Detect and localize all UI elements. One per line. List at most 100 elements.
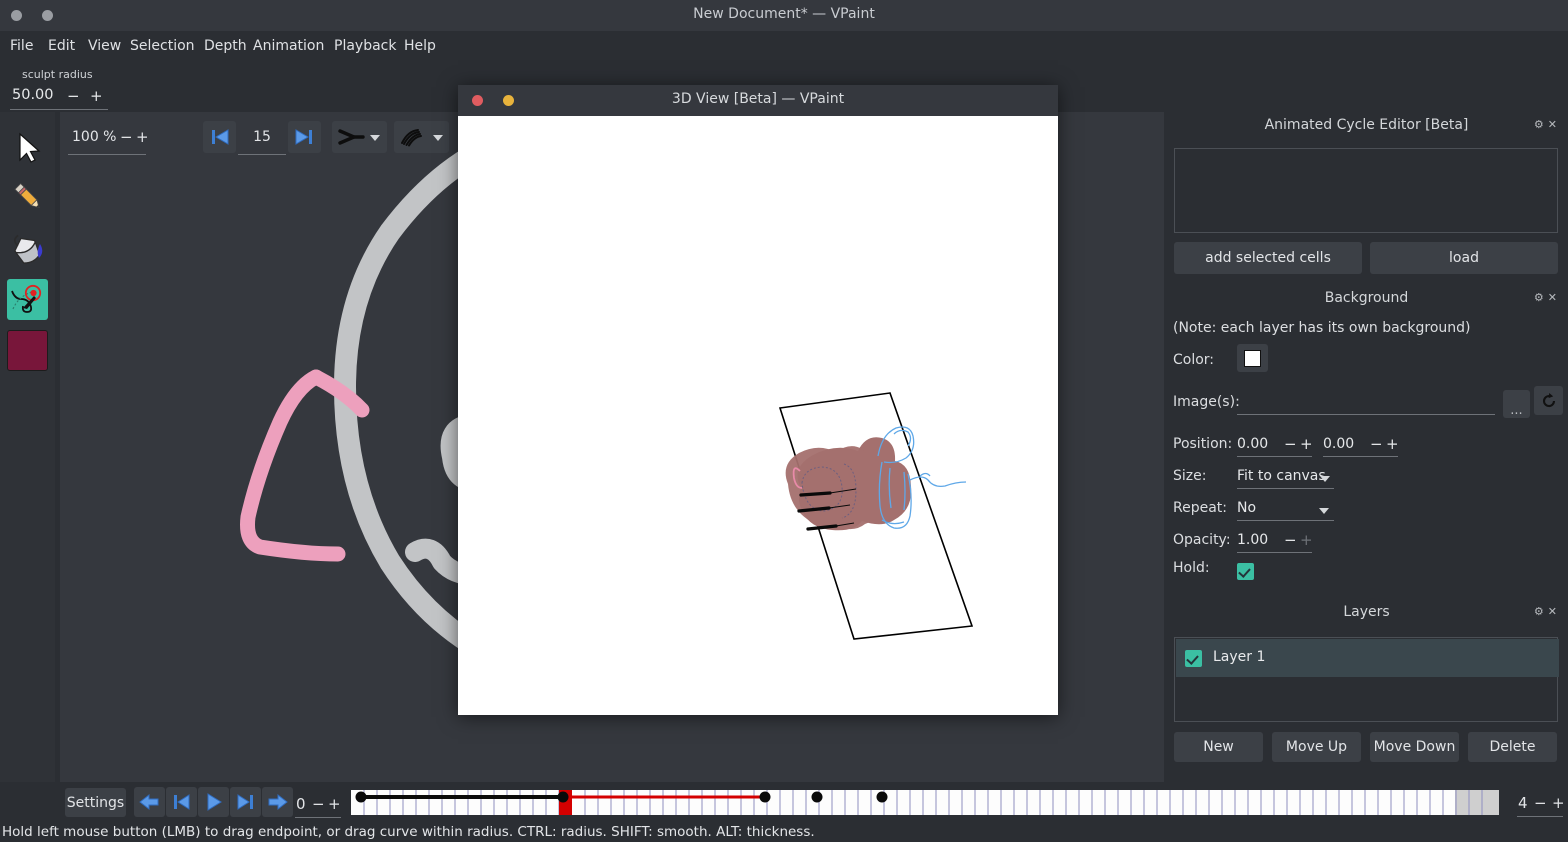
background-color-label: Color:	[1173, 352, 1215, 368]
background-repeat-select[interactable]: No	[1237, 500, 1256, 516]
background-repeat-underline	[1237, 520, 1334, 521]
layer-list-item[interactable]: Layer 1	[1176, 639, 1559, 677]
gear-icon[interactable]: ⚙	[1534, 118, 1548, 131]
background-images-refresh-button[interactable]	[1534, 386, 1563, 415]
sculpt-curve-icon	[11, 284, 42, 313]
background-position-x-input[interactable]: 0.00	[1237, 436, 1268, 452]
layer-name-label: Layer 1	[1213, 649, 1266, 665]
gear-icon[interactable]: ⚙	[1534, 291, 1548, 304]
timeline-step-forward-button[interactable]	[262, 787, 293, 817]
close-icon[interactable]: ✕	[1548, 291, 1561, 304]
chevron-down-icon[interactable]	[1320, 476, 1330, 482]
zoom-value[interactable]: 100 %	[72, 129, 116, 145]
background-size-select[interactable]: Fit to canvas	[1237, 468, 1326, 484]
background-images-underline	[1237, 414, 1495, 415]
layer-new-button[interactable]: New	[1174, 732, 1263, 762]
background-position-x-decrement[interactable]: −	[1284, 435, 1297, 453]
menu-item-selection[interactable]: Selection	[126, 37, 199, 55]
background-hold-label: Hold:	[1173, 560, 1210, 576]
background-opacity-input[interactable]: 1.00	[1237, 532, 1268, 548]
color-swatch-button[interactable]	[7, 330, 48, 371]
add-selected-cells-button[interactable]: add selected cells	[1174, 242, 1362, 274]
background-hold-checkbox[interactable]	[1237, 563, 1254, 580]
timeline-zoom-underline	[1517, 816, 1563, 817]
main-title-bar: New Document* — VPaint	[0, 0, 1568, 31]
background-opacity-decrement[interactable]: −	[1284, 531, 1297, 549]
menu-item-depth[interactable]: Depth	[200, 37, 251, 55]
background-position-x-increment[interactable]: +	[1300, 435, 1313, 453]
background-opacity-increment: +	[1300, 531, 1313, 549]
layer-move-up-button[interactable]: Move Up	[1272, 732, 1361, 762]
timeline-zoom-decrement[interactable]: −	[1534, 794, 1547, 812]
chevron-down-icon[interactable]	[1319, 508, 1329, 514]
timeline-frame-underline	[295, 817, 341, 818]
layer-delete-button[interactable]: Delete	[1468, 732, 1557, 762]
zoom-decrement[interactable]: −	[120, 128, 133, 146]
edge-style-dropdown[interactable]	[394, 121, 449, 153]
menu-item-help[interactable]: Help	[400, 37, 440, 55]
panel-header-icons-layers[interactable]: ⚙✕	[1534, 605, 1561, 618]
sculpt-radius-input[interactable]: 50.00	[12, 87, 54, 103]
background-color-preview	[1244, 349, 1261, 367]
close-icon[interactable]: ✕	[1548, 118, 1561, 131]
timeline-step-back-button[interactable]	[134, 787, 165, 817]
sculpt-tool[interactable]	[7, 279, 48, 320]
panel-title-layers: Layers	[1343, 604, 1390, 620]
sculpt-radius-label: sculpt radius	[22, 68, 93, 81]
layer-move-down-button[interactable]: Move Down	[1370, 732, 1459, 762]
animated-cycle-editor-canvas[interactable]	[1174, 148, 1558, 233]
timeline-frame-strip[interactable]	[351, 790, 1499, 815]
background-images-browse-button[interactable]: ...	[1503, 390, 1530, 418]
background-size-label: Size:	[1173, 468, 1207, 484]
3d-extruded-drawing	[785, 437, 912, 531]
panel-header-icons-ace[interactable]: ⚙✕	[1534, 118, 1561, 131]
timeline-go-to-end-button[interactable]	[230, 787, 261, 817]
3d-view-title-bar[interactable]: 3D View [Beta] — VPaint	[458, 85, 1058, 116]
3d-view-viewport[interactable]	[458, 116, 1058, 715]
background-note: (Note: each layer has its own background…	[1173, 320, 1471, 336]
panel-header-icons-background[interactable]: ⚙✕	[1534, 291, 1561, 304]
layers-list[interactable]: Layer 1	[1174, 637, 1559, 722]
background-position-y-input[interactable]: 0.00	[1323, 436, 1354, 452]
close-icon[interactable]: ✕	[1548, 605, 1561, 618]
pencil-tool[interactable]	[7, 177, 48, 218]
sculpt-radius-decrement[interactable]: −	[67, 87, 80, 105]
timeline-frame-increment[interactable]: +	[328, 795, 341, 813]
timeline-settings-button[interactable]: Settings	[65, 788, 126, 817]
skip-to-start-icon	[212, 129, 229, 145]
menu-item-animation[interactable]: Animation	[249, 37, 328, 55]
timeline-play-button[interactable]	[198, 787, 229, 817]
timeline-go-to-start-button[interactable]	[166, 787, 197, 817]
frame-number-field[interactable]: 15	[236, 121, 288, 153]
background-opacity-underline	[1237, 552, 1312, 553]
timeline-zoom-value[interactable]: 4	[1518, 794, 1533, 812]
background-images-label: Image(s):	[1173, 394, 1240, 410]
3d-view-scene	[778, 392, 974, 640]
timeline-frame-decrement[interactable]: −	[312, 795, 325, 813]
sculpt-radius-increment[interactable]: +	[90, 87, 103, 105]
load-button[interactable]: load	[1370, 242, 1558, 274]
background-position-y-increment[interactable]: +	[1386, 435, 1399, 453]
menu-item-edit[interactable]: Edit	[44, 37, 79, 55]
paint-bucket-tool[interactable]	[7, 228, 48, 269]
menu-item-view[interactable]: View	[84, 37, 125, 55]
background-opacity-label: Opacity:	[1173, 532, 1231, 548]
select-tool[interactable]	[7, 126, 48, 167]
sculpt-radius-widget: sculpt radius 50.00 − +	[10, 68, 140, 110]
onion-skin-dropdown[interactable]	[332, 121, 387, 153]
menu-item-file[interactable]: File	[6, 37, 37, 55]
timeline-frame-value[interactable]: 0	[296, 795, 306, 813]
frame-number-value[interactable]: 15	[236, 129, 288, 145]
first-frame-button[interactable]	[203, 121, 236, 153]
3d-view-window[interactable]: 3D View [Beta] — VPaint	[458, 85, 1058, 715]
timeline-zoom-increment[interactable]: +	[1552, 794, 1565, 812]
background-color-button[interactable]	[1237, 344, 1268, 372]
play-icon	[207, 793, 222, 811]
last-frame-button[interactable]	[288, 121, 321, 153]
zoom-increment[interactable]: +	[136, 128, 149, 146]
gear-icon[interactable]: ⚙	[1534, 605, 1548, 618]
background-position-y-decrement[interactable]: −	[1370, 435, 1383, 453]
zoom-control[interactable]: 100 % − +	[68, 121, 150, 153]
menu-item-playback[interactable]: Playback	[330, 37, 400, 55]
layer-visibility-checkbox[interactable]	[1185, 650, 1202, 667]
